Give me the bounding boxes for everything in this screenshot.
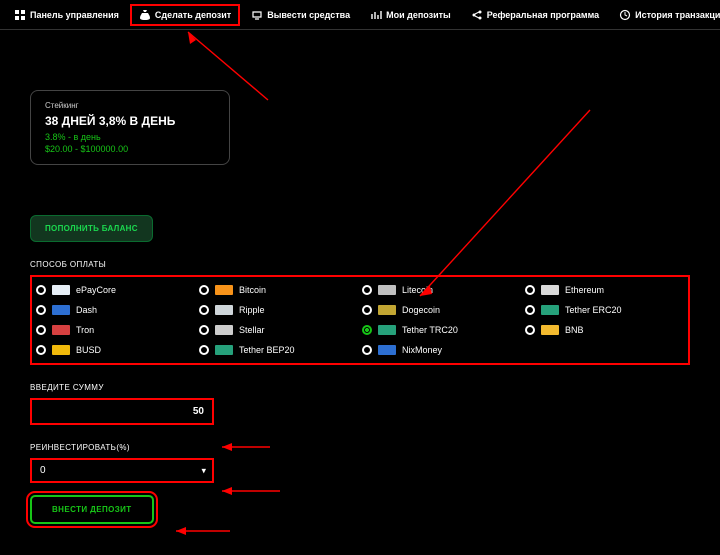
radio-icon	[362, 305, 372, 315]
radio-icon	[199, 345, 209, 355]
plan-title: 38 ДНЕЙ 3,8% В ДЕНЬ	[45, 114, 215, 128]
payment-logo-icon	[378, 285, 396, 295]
payment-method-label: Litecoin	[402, 285, 433, 295]
payment-method-label: Bitcoin	[239, 285, 266, 295]
payment-method-label: NixMoney	[402, 345, 442, 355]
withdraw-icon	[251, 9, 263, 21]
payment-method-option[interactable]: Ripple	[199, 303, 358, 317]
radio-icon	[199, 305, 209, 315]
radio-icon	[525, 285, 535, 295]
nav-deposit-label: Сделать депозит	[155, 10, 231, 20]
payment-method-label: Ripple	[239, 305, 265, 315]
payment-method-label: Tether ERC20	[565, 305, 622, 315]
nav-withdraw[interactable]: Вывести средства	[243, 5, 358, 25]
payment-method-label: Ethereum	[565, 285, 604, 295]
radio-icon	[525, 305, 535, 315]
plan-card[interactable]: Стейкинг 38 ДНЕЙ 3,8% В ДЕНЬ 3.8% - в де…	[30, 90, 230, 165]
payment-method-option[interactable]: Tron	[36, 323, 195, 337]
payment-method-label: ePayCore	[76, 285, 116, 295]
nav-dashboard[interactable]: Панель управления	[6, 5, 127, 25]
payment-method-label: СПОСОБ ОПЛАТЫ	[30, 260, 690, 269]
payment-method-option[interactable]: Tether TRC20	[362, 323, 521, 337]
radio-icon	[199, 285, 209, 295]
payment-method-option[interactable]: BUSD	[36, 343, 195, 357]
payment-method-label: Dash	[76, 305, 97, 315]
payment-logo-icon	[541, 305, 559, 315]
radio-icon	[362, 345, 372, 355]
history-icon	[619, 9, 631, 21]
payment-method-option[interactable]: Dash	[36, 303, 195, 317]
amount-input[interactable]	[30, 398, 214, 425]
nav-dashboard-label: Панель управления	[30, 10, 119, 20]
money-bag-icon	[139, 9, 151, 21]
payment-method-option[interactable]: ePayCore	[36, 283, 195, 297]
radio-icon	[199, 325, 209, 335]
payment-logo-icon	[378, 305, 396, 315]
payment-logo-icon	[215, 285, 233, 295]
radio-icon	[362, 285, 372, 295]
plan-rate: 3.8% - в день	[45, 132, 215, 142]
nav-withdraw-label: Вывести средства	[267, 10, 350, 20]
enter-amount-label: ВВЕДИТЕ СУММУ	[30, 383, 690, 392]
payment-logo-icon	[215, 325, 233, 335]
dashboard-icon	[14, 9, 26, 21]
payment-logo-icon	[52, 285, 70, 295]
payment-method-label: Tether TRC20	[402, 325, 458, 335]
payment-method-label: Tether BEP20	[239, 345, 295, 355]
plan-range: $20.00 - $100000.00	[45, 144, 215, 154]
nav-history[interactable]: История транзакций	[611, 5, 720, 25]
radio-icon	[362, 325, 372, 335]
payment-method-option[interactable]: Ethereum	[525, 283, 684, 297]
payment-method-option[interactable]: Tether BEP20	[199, 343, 358, 357]
payment-method-option[interactable]: Stellar	[199, 323, 358, 337]
nav-referral[interactable]: Реферальная программа	[463, 5, 607, 25]
nav-referral-label: Реферальная программа	[487, 10, 599, 20]
payment-method-option[interactable]: NixMoney	[362, 343, 521, 357]
make-deposit-button[interactable]: ВНЕСТИ ДЕПОЗИТ	[30, 495, 154, 524]
payment-method-option[interactable]: Litecoin	[362, 283, 521, 297]
payment-logo-icon	[541, 325, 559, 335]
payment-logo-icon	[215, 305, 233, 315]
payment-method-option[interactable]: BNB	[525, 323, 684, 337]
chart-icon	[370, 9, 382, 21]
payment-logo-icon	[215, 345, 233, 355]
payment-method-grid: ePayCore Bitcoin Litecoin Ethereum Dash Rippl…	[30, 275, 690, 365]
plan-label: Стейкинг	[45, 101, 215, 110]
radio-icon	[36, 345, 46, 355]
nav-history-label: История транзакций	[635, 10, 720, 20]
nav-my-deposits[interactable]: Мои депозиты	[362, 5, 459, 25]
payment-logo-icon	[52, 345, 70, 355]
payment-logo-icon	[52, 325, 70, 335]
payment-logo-icon	[378, 325, 396, 335]
topup-balance-button[interactable]: ПОПОЛНИТЬ БАЛАНС	[30, 215, 153, 242]
radio-icon	[36, 305, 46, 315]
top-nav: Панель управления Сделать депозит Вывест…	[0, 0, 720, 30]
nav-my-deposits-label: Мои депозиты	[386, 10, 451, 20]
payment-method-option[interactable]: Dogecoin	[362, 303, 521, 317]
payment-method-label: Stellar	[239, 325, 265, 335]
reinvest-label: РЕИНВЕСТИРОВАТЬ(%)	[30, 443, 690, 452]
payment-method-label: BUSD	[76, 345, 101, 355]
payment-method-label: Tron	[76, 325, 94, 335]
share-icon	[471, 9, 483, 21]
payment-logo-icon	[378, 345, 396, 355]
main-content: Стейкинг 38 ДНЕЙ 3,8% В ДЕНЬ 3.8% - в де…	[0, 30, 720, 534]
payment-logo-icon	[52, 305, 70, 315]
payment-method-label: Dogecoin	[402, 305, 440, 315]
radio-icon	[36, 325, 46, 335]
nav-deposit[interactable]: Сделать депозит	[131, 5, 239, 25]
radio-icon	[525, 325, 535, 335]
payment-method-option[interactable]: Tether ERC20	[525, 303, 684, 317]
radio-icon	[36, 285, 46, 295]
payment-method-option[interactable]: Bitcoin	[199, 283, 358, 297]
payment-logo-icon	[541, 285, 559, 295]
reinvest-select[interactable]: 0	[30, 458, 214, 483]
payment-method-label: BNB	[565, 325, 584, 335]
